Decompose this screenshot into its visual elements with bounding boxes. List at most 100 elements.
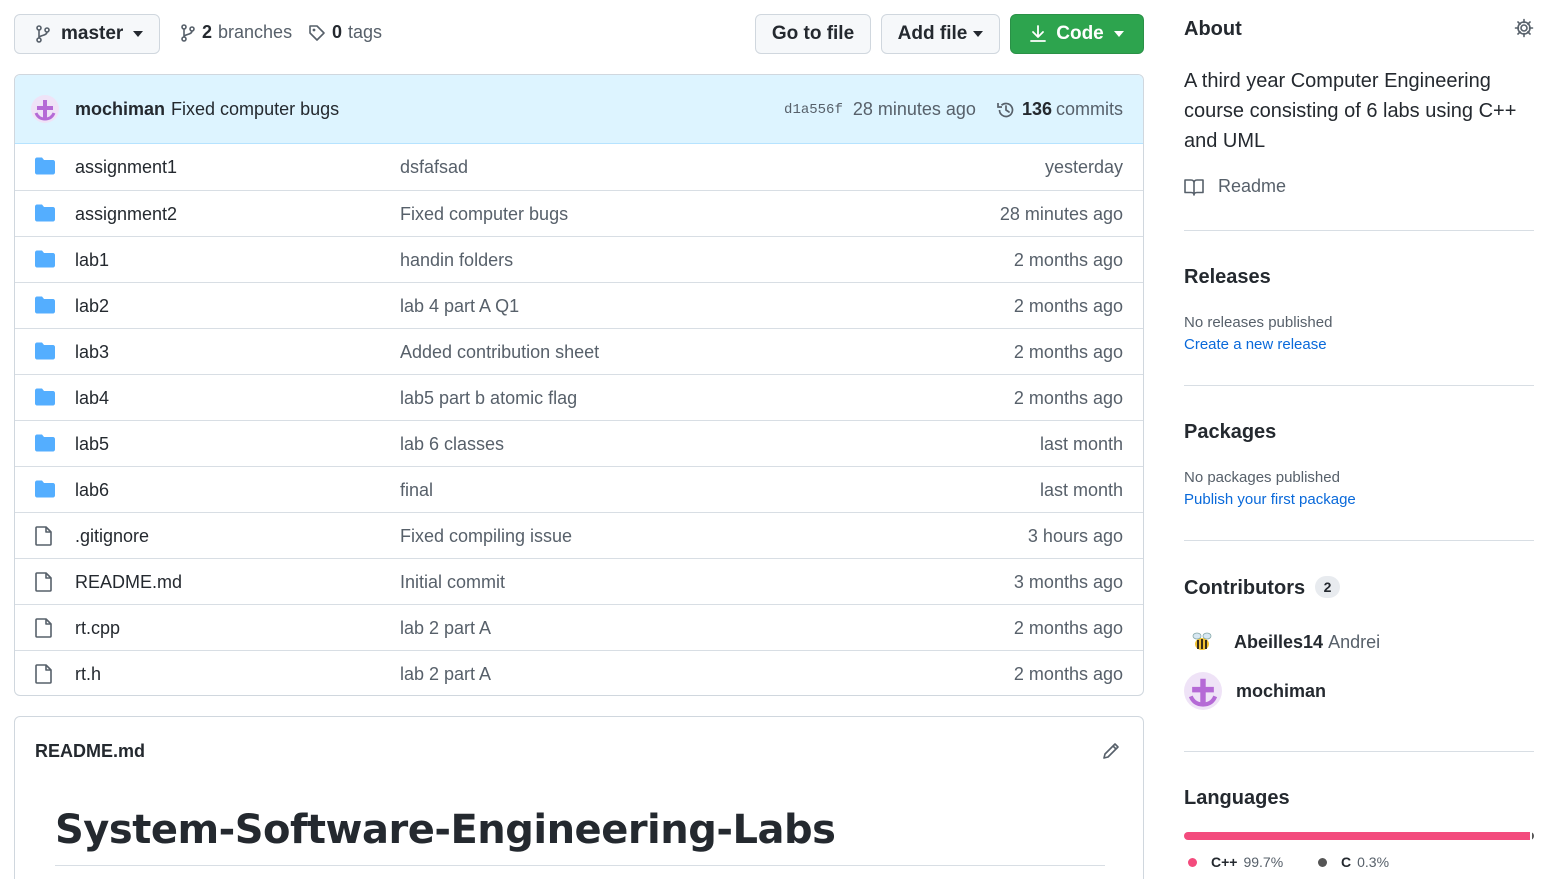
readme-filename[interactable]: README.md [35,741,145,762]
file-name-link[interactable]: .gitignore [75,526,149,547]
file-commit-time: 3 hours ago [1027,526,1123,546]
file-row[interactable]: lab5 lab 6 classes last month [15,420,1143,466]
file-name-link[interactable]: lab2 [75,296,109,317]
file-row[interactable]: lab3 Added contribution sheet 2 months ago [15,328,1143,374]
readme-link[interactable]: Readme [1184,176,1286,197]
file-commit-message[interactable]: handin folders [400,250,513,271]
readme-link-label: Readme [1218,176,1287,196]
commits-link[interactable]: 136 commits [996,99,1123,120]
latest-commit-bar: mochiman Fixed computer bugs d1a556f 28 … [15,75,1143,144]
commit-sha[interactable]: d1a556f [784,102,843,118]
contributor-username: Abeilles14 [1234,631,1324,652]
commit-author[interactable]: mochiman [75,99,165,120]
language-bar-segment [1532,832,1534,840]
tags-count: 0 [332,22,343,42]
file-commit-time: 2 months ago [1013,296,1123,316]
commits-label: commits [1056,99,1123,119]
avatar[interactable] [31,95,59,123]
file-name-link[interactable]: lab1 [75,250,109,271]
create-release-link[interactable]: Create a new release [1184,336,1327,353]
file-commit-message[interactable]: Fixed compiling issue [400,526,572,547]
file-commit-message[interactable]: lab 4 part A Q1 [400,296,519,317]
file-name-link[interactable]: rt.cpp [75,618,120,639]
divider [1184,751,1534,752]
file-row[interactable]: rt.cpp lab 2 part A 2 months ago [15,604,1143,650]
file-commit-time: 3 months ago [1013,572,1123,592]
go-to-file-button[interactable]: Go to file [755,14,871,54]
file-commit-time: last month [1039,434,1123,454]
folder-icon [35,388,55,406]
git-branch-icon [35,25,51,43]
language-color-dot [1188,857,1197,867]
language-percent: 99.7% [1243,854,1284,870]
file-commit-message[interactable]: dsfafsad [400,157,468,178]
file-commit-time: 2 months ago [1013,664,1123,684]
file-row[interactable]: assignment1 dsfafsad yesterday [15,144,1143,190]
add-file-button[interactable]: Add file [881,14,1000,54]
folder-icon [35,157,55,175]
contributors-count: 2 [1314,576,1341,598]
file-row[interactable]: lab4 lab5 part b atomic flag 2 months ago [15,374,1143,420]
releases-title[interactable]: Releases [1184,266,1271,289]
packages-title[interactable]: Packages [1184,421,1276,444]
file-row[interactable]: lab2 lab 4 part A Q1 2 months ago [15,282,1143,328]
file-commit-time: 2 months ago [1013,250,1123,270]
file-name-link[interactable]: lab5 [75,434,109,455]
file-commit-message[interactable]: lab 2 part A [400,664,491,685]
file-row[interactable]: README.md Initial commit 3 months ago [15,558,1143,604]
file-icon [35,618,53,638]
file-commit-message[interactable]: Added contribution sheet [400,342,599,363]
pencil-icon[interactable] [1101,741,1121,761]
file-icon [35,526,53,546]
commit-message[interactable]: Fixed computer bugs [171,99,339,120]
commit-time: 28 minutes ago [852,99,976,119]
history-icon [996,100,1016,120]
file-name-link[interactable]: README.md [75,572,182,593]
file-browser: mochiman Fixed computer bugs d1a556f 28 … [14,74,1144,696]
file-name-link[interactable]: lab3 [75,342,109,363]
publish-package-link[interactable]: Publish your first package [1184,491,1356,508]
folder-icon [35,296,55,314]
file-name-link[interactable]: lab4 [75,388,109,409]
file-commit-message[interactable]: lab5 part b atomic flag [400,388,577,409]
file-row[interactable]: .gitignore Fixed compiling issue 3 hours a… [15,512,1143,558]
file-commit-message[interactable]: Fixed computer bugs [400,204,568,225]
go-to-file-label: Go to file [771,23,855,44]
contributor-item[interactable]: Abeilles14 Andrei [1184,624,1380,660]
file-commit-message[interactable]: final [400,480,433,501]
branch-select-button[interactable]: master [14,14,160,54]
about-title: About [1184,18,1242,40]
contributor-fullname: Andrei [1328,631,1381,652]
languages-bar [1184,832,1534,840]
file-row[interactable]: rt.h lab 2 part A 2 months ago [15,650,1143,695]
file-name-link[interactable]: assignment1 [75,157,177,178]
folder-icon [35,342,55,360]
file-row[interactable]: lab1 handin folders 2 months ago [15,236,1143,282]
tags-link[interactable]: 0 tags [308,22,382,43]
contributor-item[interactable]: mochiman [1184,672,1326,710]
releases-empty: No releases published [1184,314,1333,331]
file-name-link[interactable]: rt.h [75,664,101,685]
folder-icon [35,434,55,452]
file-commit-time: 28 minutes ago [999,204,1123,224]
language-item[interactable]: C++ 99.7% [1188,854,1283,870]
file-commit-message[interactable]: lab 2 part A [400,618,491,639]
file-commit-message[interactable]: lab 6 classes [400,434,504,455]
git-branch-icon [180,23,196,42]
file-name-link[interactable]: lab6 [75,480,109,501]
language-item[interactable]: C 0.3% [1318,854,1389,870]
contributors-heading[interactable]: Contributors 2 [1184,576,1341,600]
gear-icon[interactable] [1514,18,1534,38]
file-row[interactable]: lab6 final last month [15,466,1143,512]
avatar [1184,672,1222,710]
folder-icon [35,250,55,268]
readme-header: README.md [15,717,1143,785]
code-button[interactable]: Code [1010,14,1144,54]
file-name-link[interactable]: assignment2 [75,204,177,225]
file-row[interactable]: assignment2 Fixed computer bugs 28 minutes… [15,190,1143,236]
book-icon [1184,178,1204,196]
branches-link[interactable]: 2 branches [180,22,292,43]
readme-panel: README.md System-Software-Engineering-La… [14,716,1144,879]
caret-down-icon [133,31,144,37]
file-commit-message[interactable]: Initial commit [400,572,505,593]
